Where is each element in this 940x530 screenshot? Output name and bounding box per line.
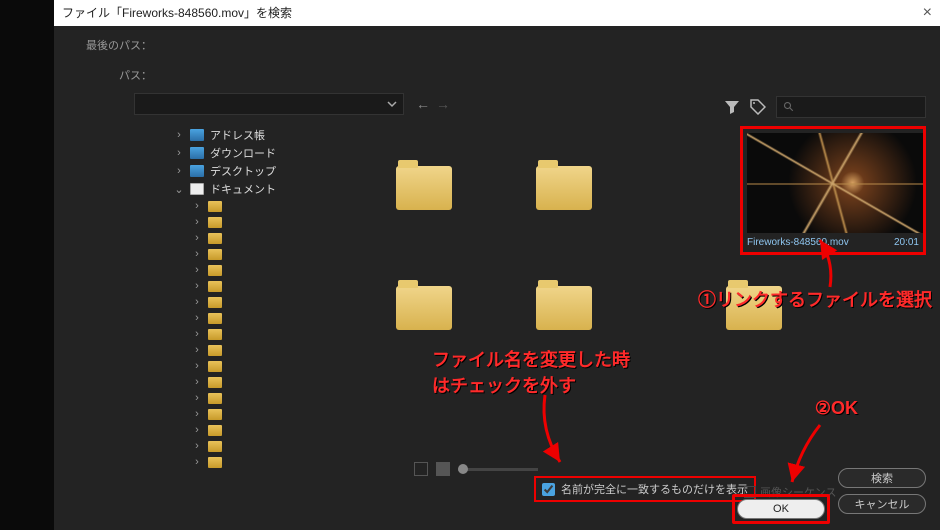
tree-label: ドキュメント	[210, 181, 276, 197]
tree-subitem[interactable]: ›	[192, 342, 344, 358]
tree-subitem[interactable]: ›	[192, 214, 344, 230]
last-path-row: 最後のパス：	[54, 34, 940, 56]
tree-item-documents[interactable]: ⌄ ドキュメント	[174, 180, 344, 198]
folder-icon	[726, 286, 782, 330]
folder-thumb[interactable]	[384, 166, 464, 210]
tree-subitem[interactable]: ›	[192, 374, 344, 390]
folder-thumb[interactable]	[384, 286, 464, 330]
chevron-right-icon: ›	[174, 165, 184, 177]
tree-subitem[interactable]: ›	[192, 230, 344, 246]
tree-subitem[interactable]: ›	[192, 358, 344, 374]
window-title: ファイル「Fireworks-848560.mov」を検索	[62, 0, 292, 26]
folder-tree[interactable]: › アドレス帳 › ダウンロード › デスクトップ ⌄ ドキュメント ›	[84, 126, 344, 470]
chevron-right-icon: ›	[174, 147, 184, 159]
exact-match-row: 名前が完全に一致するものだけを表示	[534, 476, 756, 502]
path-label: パス：	[84, 67, 152, 83]
video-duration: 20:01	[894, 237, 919, 248]
path-dropdown[interactable]	[134, 93, 404, 115]
chevron-right-icon: ›	[174, 129, 184, 141]
close-icon[interactable]: ×	[923, 0, 932, 26]
tree-label: デスクトップ	[210, 163, 276, 179]
nav-back-icon[interactable]: ←	[416, 96, 430, 112]
tree-subitem[interactable]: ›	[192, 310, 344, 326]
folder-icon	[190, 165, 204, 177]
ok-button[interactable]: OK	[737, 499, 825, 519]
filter-icon[interactable]	[724, 99, 740, 115]
path-row: パス：	[54, 64, 940, 86]
tree-subitem[interactable]: ›	[192, 326, 344, 342]
tree-subfolders: › › › › › › › › › › › › › › › › › ›	[174, 198, 344, 470]
tree-subitem[interactable]: ›	[192, 390, 344, 406]
folder-icon	[396, 166, 452, 210]
folder-icon	[536, 166, 592, 210]
folder-icon	[536, 286, 592, 330]
tree-subitem[interactable]: ›	[192, 278, 344, 294]
chevron-down-icon: ⌄	[174, 183, 184, 196]
folder-icon	[190, 129, 204, 141]
chevron-down-icon	[387, 99, 397, 109]
search-icon	[783, 101, 795, 113]
exact-match-label: 名前が完全に一致するものだけを表示	[561, 481, 748, 497]
view-toolbar	[414, 462, 538, 476]
tree-subitem[interactable]: ›	[192, 198, 344, 214]
folder-thumb[interactable]	[714, 286, 794, 330]
thumb-size-slider[interactable]	[458, 468, 538, 471]
titlebar: ファイル「Fireworks-848560.mov」を検索 ×	[54, 0, 940, 26]
button-group: 検索 OK キャンセル	[732, 468, 926, 524]
tree-subitem[interactable]: ›	[192, 294, 344, 310]
tree-subitem[interactable]: ›	[192, 406, 344, 422]
search-input[interactable]	[776, 96, 926, 118]
tree-label: ダウンロード	[210, 145, 276, 161]
tree-item-desktop[interactable]: › デスクトップ	[174, 162, 344, 180]
last-path-label: 最後のパス：	[84, 37, 152, 53]
video-filename: Fireworks-848560.mov	[747, 237, 849, 248]
tag-icon[interactable]	[750, 99, 766, 115]
view-grid-icon[interactable]	[436, 462, 450, 476]
dialog: 最後のパス： パス： ← → › アドレス帳	[54, 26, 940, 530]
tree-item-addressbook[interactable]: › アドレス帳	[174, 126, 344, 144]
cancel-button[interactable]: キャンセル	[838, 494, 926, 514]
toolbar-right	[724, 96, 926, 118]
tree-subitem[interactable]: ›	[192, 438, 344, 454]
document-icon	[190, 183, 204, 195]
file-grid[interactable]: Fireworks-848560.mov 20:01	[344, 126, 928, 470]
nav-forward-icon[interactable]: →	[436, 96, 450, 112]
tree-subitem[interactable]: ›	[192, 262, 344, 278]
tree-subitem[interactable]: ›	[192, 246, 344, 262]
tree-subitem[interactable]: ›	[192, 422, 344, 438]
tree-subitem[interactable]: ›	[192, 454, 344, 470]
exact-match-checkbox[interactable]	[542, 483, 555, 496]
folder-thumb[interactable]	[524, 286, 604, 330]
video-thumb-selected[interactable]: Fireworks-848560.mov 20:01	[740, 126, 926, 255]
tree-item-downloads[interactable]: › ダウンロード	[174, 144, 344, 162]
folder-thumb[interactable]	[524, 166, 604, 210]
folder-icon	[190, 147, 204, 159]
view-list-icon[interactable]	[414, 462, 428, 476]
video-preview	[747, 133, 923, 233]
folder-icon	[396, 286, 452, 330]
search-button[interactable]: 検索	[838, 468, 926, 488]
tree-label: アドレス帳	[210, 127, 265, 143]
